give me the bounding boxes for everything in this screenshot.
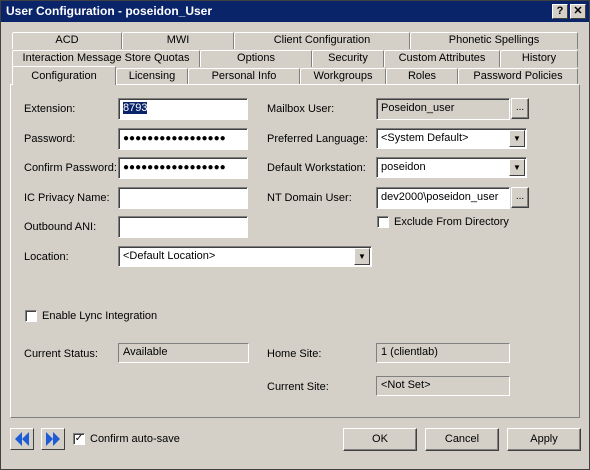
autosave-label: Confirm auto-save: [90, 433, 180, 445]
confirm-password-field[interactable]: ●●●●●●●●●●●●●●●●●: [118, 157, 248, 179]
double-left-arrow-icon: [15, 432, 29, 446]
next-button[interactable]: [41, 428, 65, 450]
apply-button[interactable]: Apply: [507, 428, 581, 451]
tab-licensing[interactable]: Licensing: [116, 68, 188, 85]
workstation-dropdown-icon[interactable]: ▼: [509, 159, 525, 176]
cancel-button[interactable]: Cancel: [425, 428, 499, 451]
tab-acd[interactable]: ACD: [12, 32, 122, 49]
nt-domain-user-label: NT Domain User:: [267, 192, 352, 204]
tab-phonetic-spellings[interactable]: Phonetic Spellings: [410, 32, 578, 49]
location-dropdown-icon[interactable]: ▼: [354, 248, 370, 265]
mailbox-user-label: Mailbox User:: [267, 103, 335, 115]
current-site-value: <Not Set>: [376, 376, 510, 396]
ok-button[interactable]: OK: [343, 428, 417, 451]
location-select[interactable]: <Default Location>: [118, 246, 372, 267]
tab-mwi[interactable]: MWI: [122, 32, 234, 49]
current-site-label: Current Site:: [267, 381, 329, 393]
outbound-ani-label: Outbound ANI:: [24, 221, 97, 233]
double-right-arrow-icon: [46, 432, 60, 446]
tab-custom-attributes[interactable]: Custom Attributes: [384, 50, 500, 67]
workstation-label: Default Workstation:: [267, 162, 366, 174]
mailbox-browse-button[interactable]: ...: [511, 98, 529, 119]
tab-password-policies[interactable]: Password Policies: [458, 68, 578, 85]
autosave-checkbox[interactable]: ✓: [73, 433, 85, 445]
extension-label: Extension:: [24, 103, 76, 115]
tab-workgroups[interactable]: Workgroups: [300, 68, 386, 85]
tab-roles[interactable]: Roles: [386, 68, 458, 85]
current-status-label: Current Status:: [24, 348, 98, 360]
home-site-value: 1 (clientlab): [376, 343, 510, 363]
exclude-directory-label: Exclude From Directory: [394, 216, 509, 228]
outbound-ani-field[interactable]: [118, 216, 248, 238]
extension-field[interactable]: 8793: [118, 98, 248, 120]
nt-domain-browse-button[interactable]: ...: [511, 187, 529, 208]
tab-personal-info[interactable]: Personal Info: [188, 68, 300, 85]
location-value: <Default Location>: [123, 250, 216, 262]
lync-checkbox[interactable]: [25, 310, 37, 322]
privacy-name-label: IC Privacy Name:: [24, 192, 110, 204]
tab-client-configuration[interactable]: Client Configuration: [234, 32, 410, 49]
confirm-password-label: Confirm Password:: [24, 162, 117, 174]
privacy-name-field[interactable]: [118, 187, 248, 209]
tab-options[interactable]: Options: [200, 50, 312, 67]
current-status-value: Available: [118, 343, 249, 363]
help-button[interactable]: ?: [552, 4, 568, 19]
mailbox-user-field: Poseidon_user: [376, 98, 510, 120]
exclude-directory-checkbox[interactable]: [377, 216, 389, 228]
tab-configuration[interactable]: Configuration: [12, 66, 116, 85]
location-label: Location:: [24, 251, 69, 263]
workstation-value: poseidon: [381, 161, 426, 173]
extension-value: 8793: [123, 102, 148, 114]
language-value: <System Default>: [381, 132, 469, 144]
workstation-select[interactable]: poseidon: [376, 157, 527, 178]
close-button[interactable]: ✕: [570, 4, 586, 19]
language-select[interactable]: <System Default>: [376, 128, 527, 149]
nt-domain-user-field[interactable]: dev2000\poseidon_user: [376, 187, 510, 209]
password-label: Password:: [24, 133, 76, 145]
window-title: User Configuration - poseidon_User: [6, 4, 213, 18]
tab-message-store-quotas[interactable]: Interaction Message Store Quotas: [12, 50, 200, 67]
password-field[interactable]: ●●●●●●●●●●●●●●●●●: [118, 128, 248, 150]
previous-button[interactable]: [10, 428, 34, 450]
lync-label: Enable Lync Integration: [42, 310, 158, 322]
home-site-label: Home Site:: [267, 348, 322, 360]
language-dropdown-icon[interactable]: ▼: [509, 130, 525, 147]
language-label: Preferred Language:: [267, 133, 368, 145]
title-bar: User Configuration - poseidon_User: [1, 1, 589, 22]
tab-security[interactable]: Security: [312, 50, 384, 67]
tab-history[interactable]: History: [500, 50, 578, 67]
